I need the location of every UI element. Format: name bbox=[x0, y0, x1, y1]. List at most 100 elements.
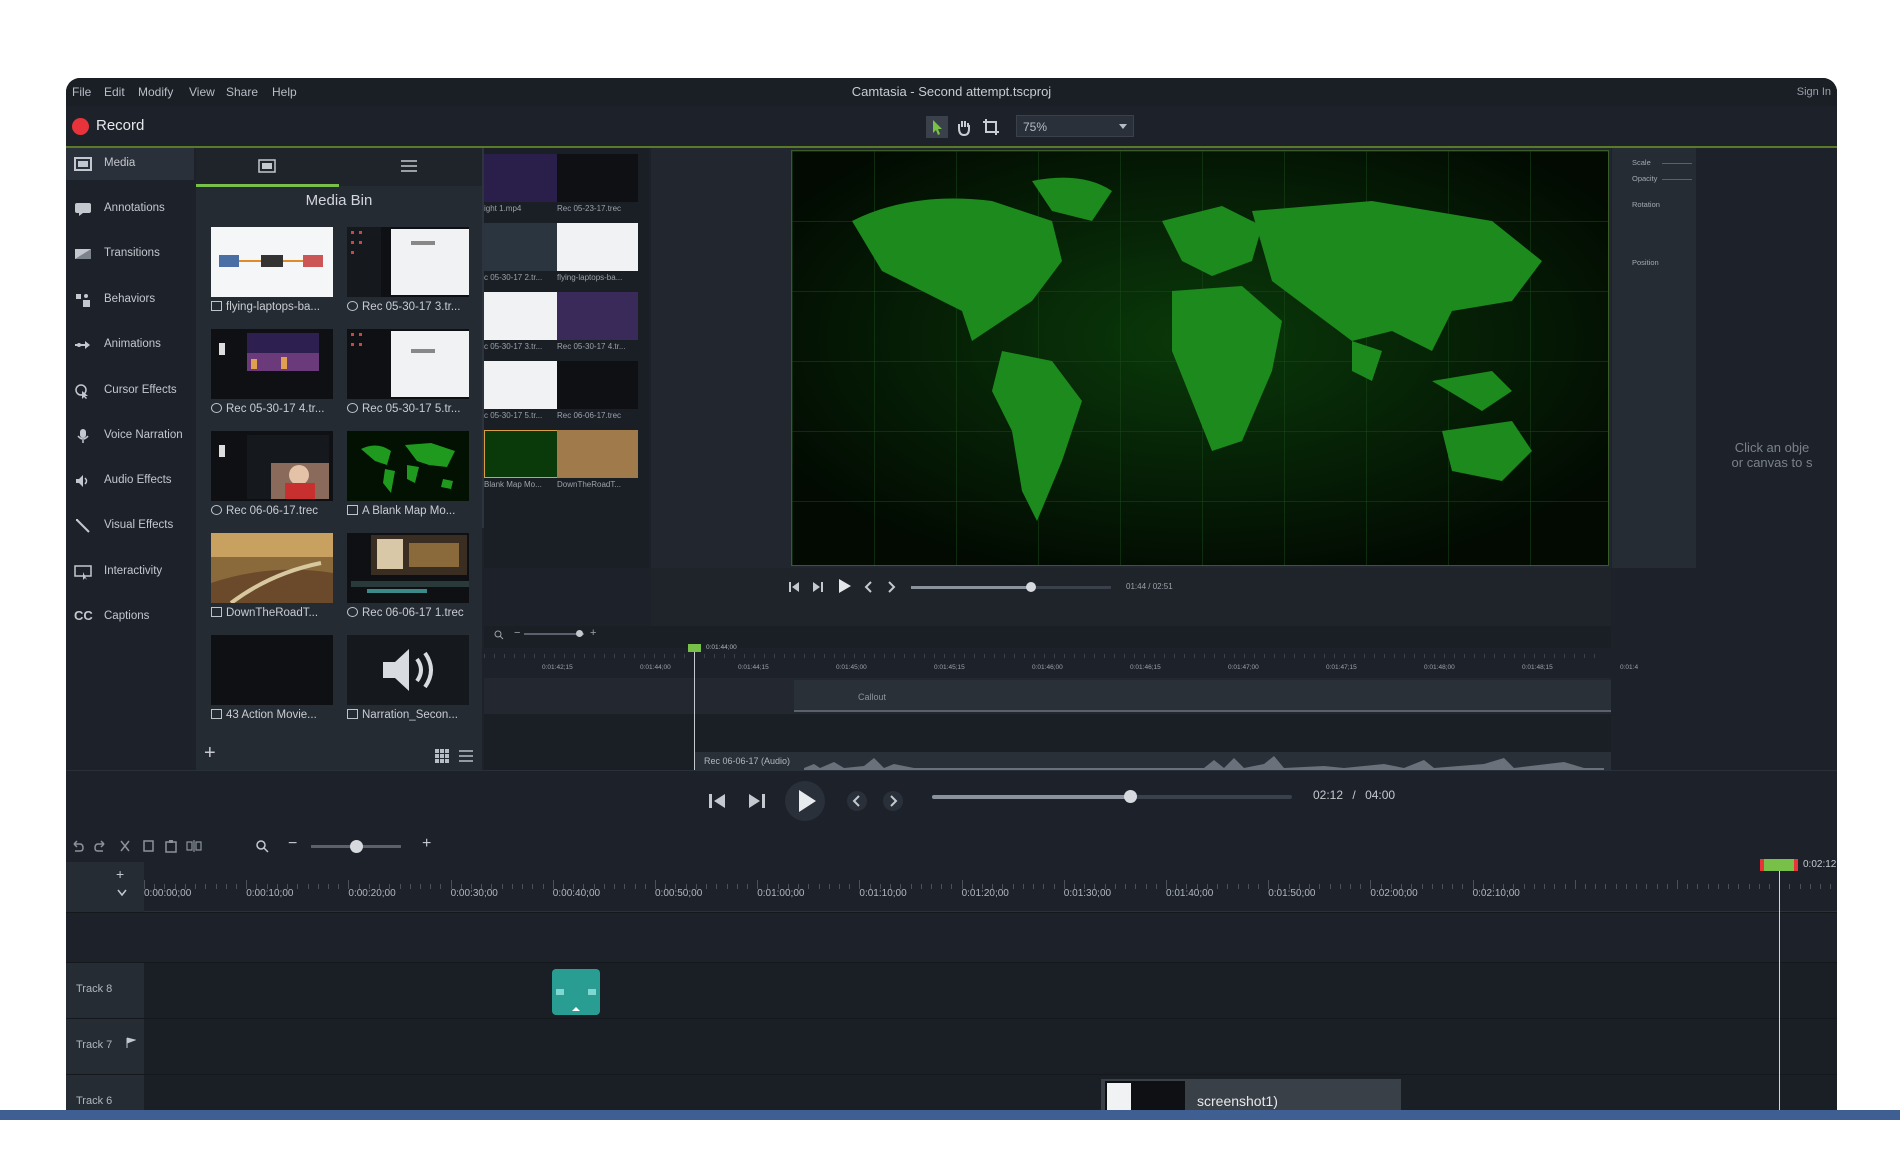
library-label: Rec 06-06-17.trec bbox=[557, 411, 622, 420]
step-forward-icon[interactable] bbox=[811, 580, 825, 594]
copy-icon[interactable] bbox=[142, 839, 156, 853]
main-scrub-track[interactable] bbox=[932, 790, 1292, 803]
clip-handle-right[interactable] bbox=[588, 989, 596, 995]
crop-tool-button[interactable] bbox=[980, 116, 1002, 138]
mini-ruler-tick bbox=[1114, 654, 1115, 658]
redo-icon[interactable] bbox=[94, 839, 108, 853]
clip-handle-left[interactable] bbox=[556, 989, 564, 995]
library-thumb[interactable] bbox=[557, 292, 638, 340]
list-view-icon[interactable] bbox=[458, 748, 474, 764]
sidebar-item-voice-narration[interactable]: Voice Narration bbox=[66, 420, 194, 452]
mini-ruler-tick bbox=[1504, 654, 1505, 658]
zoom-out-button[interactable]: − bbox=[288, 835, 297, 853]
media-thumb-rec-06-1[interactable] bbox=[347, 533, 469, 603]
playhead-out-marker[interactable] bbox=[1794, 859, 1798, 871]
library-thumb[interactable] bbox=[484, 154, 565, 202]
zoom-in-button[interactable]: + bbox=[422, 835, 431, 853]
media-thumb-narration[interactable] bbox=[347, 635, 469, 705]
sidebar-item-transitions[interactable]: Transitions bbox=[66, 238, 194, 270]
grid-view-icon[interactable] bbox=[434, 748, 450, 764]
preview-scrub-knob[interactable] bbox=[1026, 582, 1036, 592]
timeline-ruler[interactable]: 0:00:00;00 0:00:10;00 0:00:20;00 0:00:30;00… bbox=[144, 862, 1837, 912]
timeline-zoom-knob[interactable] bbox=[350, 840, 363, 853]
tab-library[interactable] bbox=[400, 159, 418, 173]
chevron-down-icon[interactable] bbox=[116, 888, 128, 898]
sidebar-item-behaviors[interactable]: Behaviors bbox=[66, 284, 194, 316]
record-small-icon bbox=[347, 301, 358, 311]
opacity-slider[interactable] bbox=[1662, 179, 1692, 180]
cut-icon[interactable] bbox=[118, 839, 132, 853]
play-icon[interactable] bbox=[834, 576, 854, 596]
step-forward-icon[interactable] bbox=[747, 792, 767, 810]
media-thumb-rec-06[interactable] bbox=[211, 431, 333, 501]
playhead-in-marker[interactable] bbox=[1760, 859, 1764, 871]
step-back-icon[interactable] bbox=[787, 580, 801, 594]
timeline-zoom-slider[interactable] bbox=[311, 840, 401, 853]
preview-canvas[interactable] bbox=[791, 150, 1609, 566]
library-thumb[interactable] bbox=[484, 292, 565, 340]
media-thumb-blank-map[interactable] bbox=[347, 431, 469, 501]
mini-track-audio[interactable]: Rec 06-06-17 (Audio) bbox=[694, 752, 1611, 770]
mini-zoom-knob[interactable] bbox=[576, 630, 583, 637]
media-thumb-rec-3[interactable] bbox=[347, 227, 469, 297]
next-marker-icon[interactable] bbox=[885, 580, 897, 594]
select-tool-button[interactable] bbox=[926, 116, 948, 138]
media-thumb-flying-laptops[interactable] bbox=[211, 227, 333, 297]
sidebar-item-audio-effects[interactable]: Audio Effects bbox=[66, 465, 194, 497]
mini-ruler-tick bbox=[504, 654, 505, 658]
split-icon[interactable] bbox=[186, 839, 202, 853]
add-media-button[interactable]: + bbox=[204, 742, 216, 765]
record-icon[interactable] bbox=[72, 118, 89, 135]
library-thumb[interactable] bbox=[484, 223, 565, 271]
record-button[interactable]: Record bbox=[96, 117, 144, 134]
sidebar-item-visual-effects[interactable]: Visual Effects bbox=[66, 510, 194, 542]
mini-ruler-label: 0:01:46;00 bbox=[1032, 664, 1063, 671]
media-thumb-rec-5[interactable] bbox=[347, 329, 469, 399]
track-6: Track 6 screenshot1) bbox=[66, 1074, 1837, 1110]
library-thumb[interactable] bbox=[557, 430, 638, 478]
preview-scrub-track[interactable] bbox=[911, 582, 1111, 592]
sidebar-item-media[interactable]: Media bbox=[66, 148, 194, 180]
sidebar-item-cursor-effects[interactable]: Cursor Effects bbox=[66, 375, 194, 407]
undo-icon[interactable] bbox=[70, 839, 84, 853]
mini-playhead-handle[interactable] bbox=[688, 644, 701, 652]
clip-teal[interactable] bbox=[552, 969, 600, 1015]
media-thumb-down-the-road[interactable] bbox=[211, 533, 333, 605]
mini-zoom-in[interactable]: + bbox=[590, 627, 596, 639]
mini-ruler-tick bbox=[994, 654, 995, 658]
mini-zoom-out[interactable]: − bbox=[514, 627, 520, 639]
zoom-dropdown[interactable]: 75% bbox=[1016, 115, 1134, 137]
main-scrub-knob[interactable] bbox=[1124, 790, 1137, 803]
flag-icon[interactable] bbox=[126, 1037, 136, 1049]
paste-icon[interactable] bbox=[164, 839, 178, 853]
library-thumb[interactable] bbox=[557, 361, 638, 409]
previous-marker-icon[interactable] bbox=[846, 790, 868, 812]
clip-screenshot[interactable]: screenshot1) bbox=[1101, 1079, 1401, 1110]
ruler-tick bbox=[798, 884, 800, 889]
mini-ruler-tick bbox=[1474, 654, 1475, 658]
scale-slider[interactable] bbox=[1662, 163, 1692, 164]
library-thumb[interactable] bbox=[557, 154, 638, 202]
add-track-button[interactable]: + bbox=[116, 866, 124, 882]
previous-marker-icon[interactable] bbox=[863, 580, 875, 594]
mini-zoom-slider[interactable] bbox=[524, 633, 584, 635]
tab-media-bin[interactable] bbox=[258, 159, 276, 173]
play-button[interactable] bbox=[785, 781, 825, 821]
media-thumb-action-movie[interactable] bbox=[211, 635, 333, 705]
sidebar-item-annotations[interactable]: Annotations bbox=[66, 193, 194, 225]
timeline-playhead-handle[interactable] bbox=[1760, 859, 1798, 871]
chevron-down-icon bbox=[1119, 124, 1127, 129]
mini-ruler-tick bbox=[874, 654, 875, 658]
sidebar-item-captions[interactable]: CC Captions bbox=[66, 601, 194, 633]
sign-in-link[interactable]: Sign In bbox=[1797, 86, 1831, 98]
sidebar-item-animations[interactable]: Animations bbox=[66, 329, 194, 361]
next-marker-icon[interactable] bbox=[882, 790, 904, 812]
sidebar-item-interactivity[interactable]: Interactivity bbox=[66, 556, 194, 588]
callout-clip[interactable]: Callout bbox=[794, 680, 1611, 712]
pan-tool-button[interactable] bbox=[953, 116, 975, 138]
library-thumb-selected[interactable] bbox=[484, 430, 565, 478]
library-thumb[interactable] bbox=[557, 223, 638, 271]
library-thumb[interactable] bbox=[484, 361, 565, 409]
media-thumb-rec-4[interactable] bbox=[211, 329, 333, 399]
step-back-icon[interactable] bbox=[707, 792, 727, 810]
